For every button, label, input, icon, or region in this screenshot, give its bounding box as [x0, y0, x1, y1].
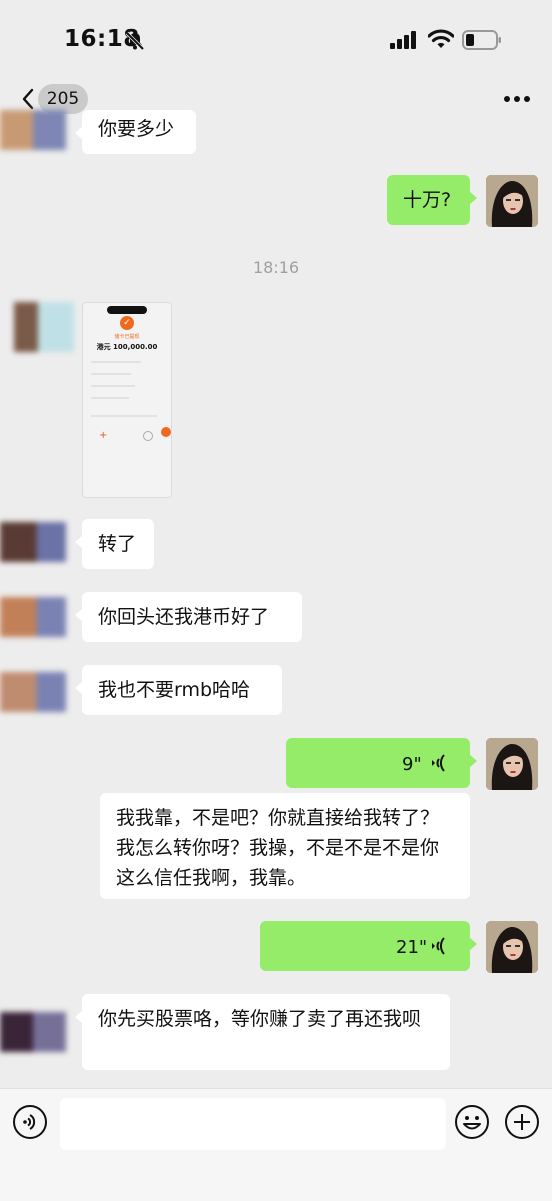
voice-wave-icon	[432, 937, 445, 955]
image-status-text: 储卡已提现	[114, 334, 140, 340]
message-text: 你先买股票咯，等你赚了卖了再还我呗	[98, 1008, 422, 1030]
portrait-illustration	[486, 921, 538, 973]
image-row-line	[91, 361, 141, 363]
plus-icon[interactable]	[504, 1104, 540, 1140]
voice-message[interactable]: 9"	[286, 738, 477, 788]
image-phone-island	[107, 306, 147, 314]
transcript-text: 我我靠，不是吧？你就直接给我转了？我怎么转你呀？我操，不是不是不是你这么信任我啊…	[116, 807, 440, 889]
my-avatar[interactable]	[486, 175, 538, 227]
incoming-message[interactable]: 你先买股票咯，等你赚了卖了再还我呗	[75, 994, 450, 1070]
message-timestamp: 18:16	[252, 258, 300, 277]
image-ring-icon	[143, 431, 153, 441]
image-row-line	[91, 415, 157, 417]
cellular-signal-icon	[390, 31, 416, 49]
voice-input-icon[interactable]	[12, 1104, 48, 1140]
voice-transcript[interactable]: 我我靠，不是吧？你就直接给我转了？我怎么转你呀？我操，不是不是不是你这么信任我啊…	[100, 793, 470, 899]
voice-message[interactable]: 21"	[260, 921, 477, 971]
image-amount-text: 港元 100,000.00	[96, 343, 158, 351]
incoming-message[interactable]: 你要多少	[75, 110, 196, 154]
portrait-illustration	[486, 175, 538, 227]
image-row-line	[91, 397, 129, 399]
image-plus-icon: +	[99, 430, 108, 441]
message-input-bar	[0, 1088, 552, 1201]
contact-avatar[interactable]	[0, 110, 66, 150]
message-text: 你要多少	[98, 118, 175, 140]
more-options-icon[interactable]	[500, 86, 534, 112]
message-text: 我也不要rmb哈哈	[98, 679, 251, 701]
battery-icon	[462, 30, 501, 50]
contact-avatar[interactable]	[0, 597, 66, 637]
message-text: 你回头还我港币好了	[98, 606, 270, 628]
contact-avatar[interactable]	[14, 302, 74, 352]
my-avatar[interactable]	[486, 738, 538, 790]
message-text-input[interactable]	[60, 1098, 446, 1150]
voice-duration: 21"	[396, 937, 428, 958]
status-bar: 16:18	[0, 0, 552, 82]
transfer-screenshot-image[interactable]: ✓ 储卡已提现 港元 100,000.00 +	[82, 302, 172, 498]
image-orange-button	[161, 427, 171, 437]
contact-avatar[interactable]	[0, 1012, 66, 1052]
message-text: 十万?	[403, 189, 452, 211]
incoming-message[interactable]: 转了	[75, 519, 154, 569]
contact-avatar[interactable]	[0, 522, 66, 562]
mute-bell-icon	[125, 31, 145, 51]
message-text: 转了	[98, 533, 137, 555]
portrait-illustration	[486, 738, 538, 790]
wifi-icon	[428, 29, 454, 48]
image-row-line	[91, 385, 135, 387]
incoming-message[interactable]: 我也不要rmb哈哈	[75, 665, 282, 715]
image-check-icon: ✓	[120, 316, 134, 330]
voice-wave-icon	[432, 754, 445, 772]
image-row-line	[91, 373, 131, 375]
emoji-icon[interactable]	[454, 1104, 490, 1140]
incoming-message[interactable]: 你回头还我港币好了	[75, 592, 302, 642]
my-avatar[interactable]	[486, 921, 538, 973]
voice-duration: 9"	[402, 754, 422, 775]
outgoing-message[interactable]: 十万?	[387, 175, 477, 225]
contact-avatar[interactable]	[0, 672, 66, 712]
